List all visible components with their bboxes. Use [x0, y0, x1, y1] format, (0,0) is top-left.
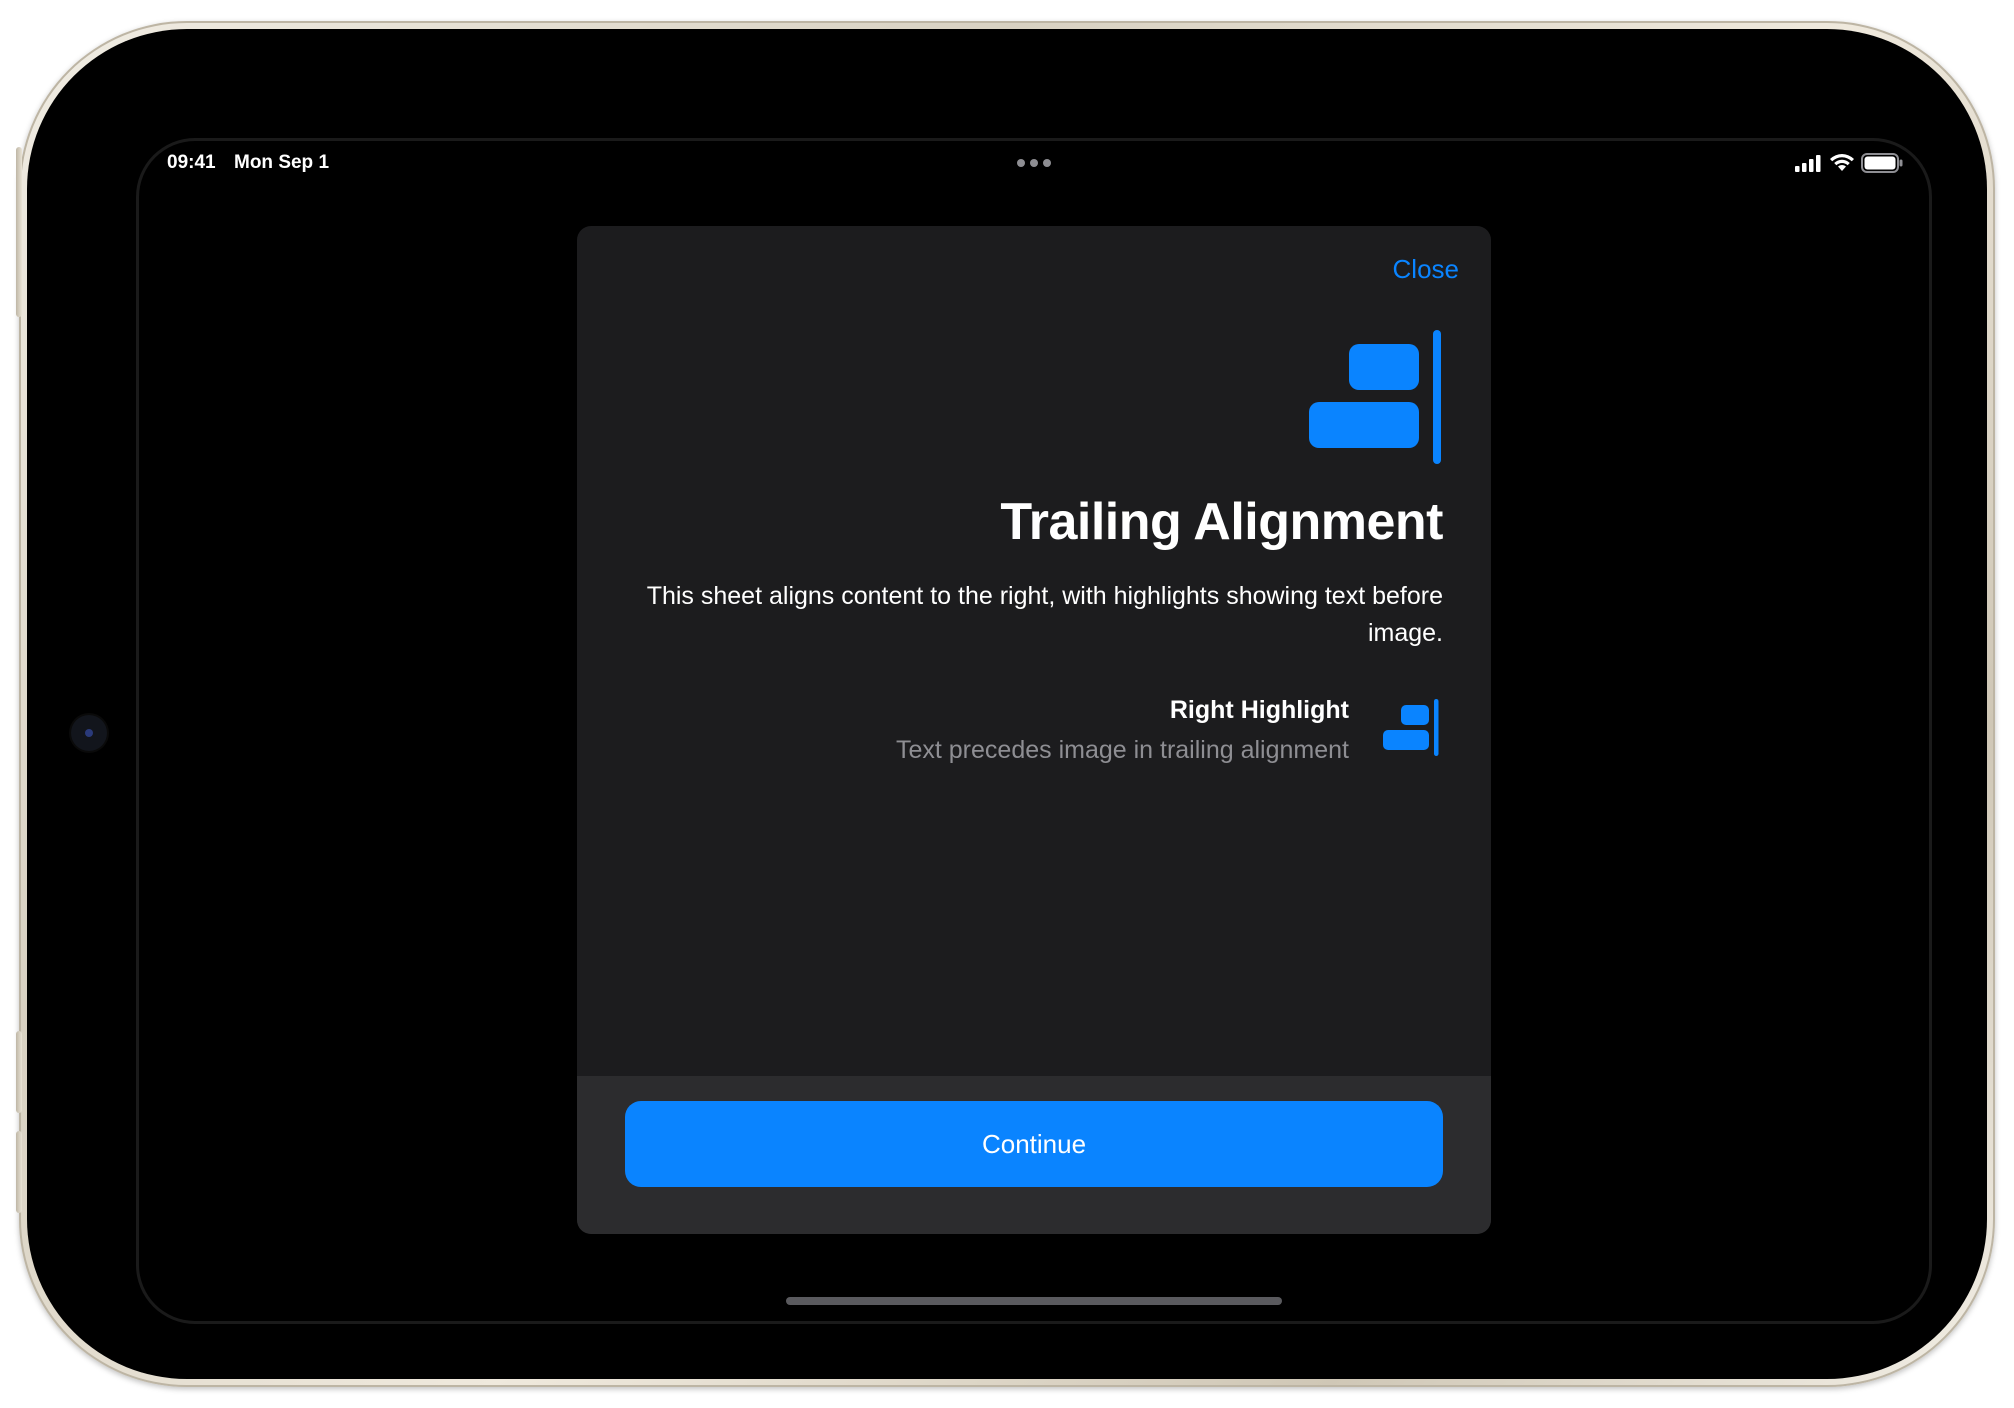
highlight-text: Right Highlight Text precedes image in t… — [629, 691, 1349, 771]
volume-down-button — [16, 1131, 22, 1213]
status-time: 09:41 — [167, 152, 216, 173]
device-bezel: 09:41 Mon Sep 1 Close Trailing Alignment… — [27, 29, 1987, 1379]
wifi-icon — [1830, 154, 1854, 171]
status-bar: 09:41 Mon Sep 1 — [139, 141, 1929, 187]
sheet-title: Trailing Alignment — [1000, 493, 1443, 551]
align-trailing-icon — [1383, 699, 1439, 756]
home-indicator[interactable] — [786, 1297, 1282, 1305]
top-button — [16, 147, 22, 317]
camera-lens — [85, 729, 93, 737]
ipad-device-frame: 09:41 Mon Sep 1 Close Trailing Alignment… — [16, 21, 1995, 1387]
continue-button[interactable]: Continue — [625, 1101, 1443, 1187]
screen: 09:41 Mon Sep 1 Close Trailing Alignment… — [139, 141, 1929, 1321]
multitasking-dots-icon[interactable] — [1017, 159, 1051, 167]
front-camera — [71, 715, 107, 751]
cellular-signal-icon — [1795, 155, 1821, 172]
highlight-title: Right Highlight — [1169, 696, 1349, 724]
close-button[interactable]: Close — [1393, 254, 1459, 285]
highlight-subtitle: Text precedes image in trailing alignmen… — [895, 736, 1349, 764]
status-icons — [1795, 153, 1905, 173]
status-date: Mon Sep 1 — [234, 152, 330, 173]
sheet-description: This sheet aligns content to the right, … — [646, 582, 1443, 647]
align-trailing-icon — [1309, 330, 1441, 464]
battery-icon — [1861, 153, 1903, 173]
highlight-row: Right Highlight Text precedes image in t… — [623, 691, 1443, 771]
modal-sheet: Close Trailing Alignment This sheet alig… — [577, 226, 1491, 1234]
volume-up-button — [16, 1031, 22, 1113]
sheet-footer: Continue — [577, 1076, 1491, 1234]
